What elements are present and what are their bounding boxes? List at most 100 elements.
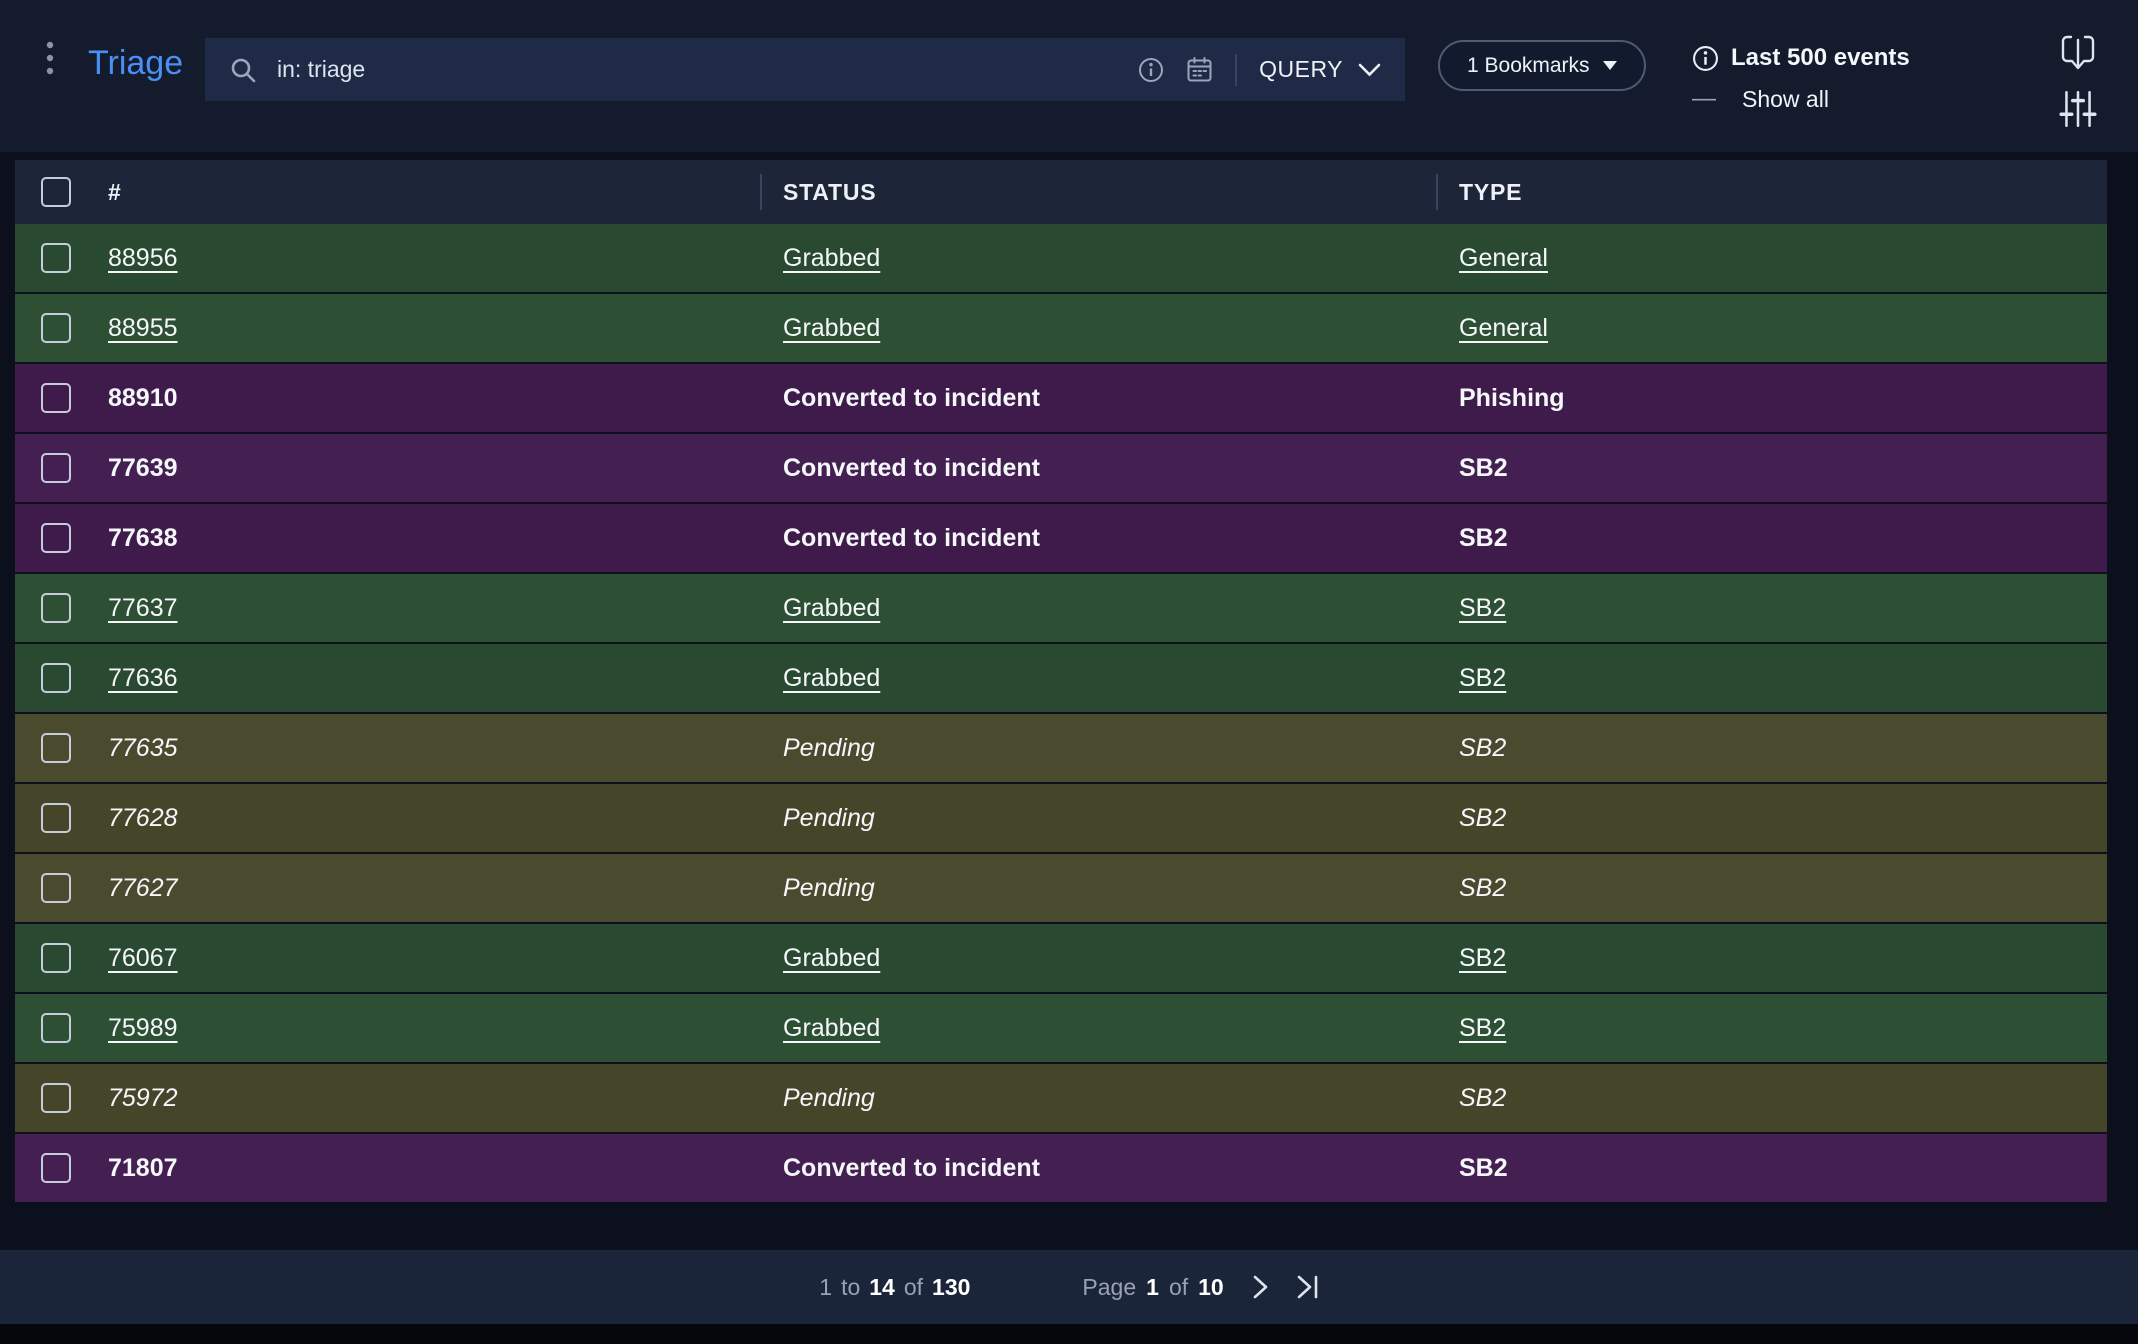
separator xyxy=(1235,53,1238,86)
row-checkbox[interactable] xyxy=(41,523,71,553)
row-checkbox[interactable] xyxy=(41,943,71,973)
event-status[interactable]: Grabbed xyxy=(783,244,880,272)
table-row: 77638 Converted to incident SB2 xyxy=(15,504,2107,574)
row-checkbox[interactable] xyxy=(41,1013,71,1043)
search-controls: QUERY xyxy=(1138,53,1381,86)
info-icon[interactable] xyxy=(1692,45,1719,72)
event-id-link[interactable]: 88956 xyxy=(108,244,178,272)
search-icon xyxy=(229,56,257,84)
event-type[interactable]: SB2 xyxy=(1459,594,1506,622)
event-id-link: 77628 xyxy=(108,803,178,832)
column-header-type[interactable]: TYPE xyxy=(1444,160,2107,224)
event-id-link: 75972 xyxy=(108,1083,178,1112)
event-type[interactable]: SB2 xyxy=(1459,1014,1506,1042)
row-checkbox[interactable] xyxy=(41,383,71,413)
table-row: 88955 Grabbed General xyxy=(15,294,2107,364)
event-type[interactable]: SB2 xyxy=(1459,944,1506,972)
row-checkbox[interactable] xyxy=(41,453,71,483)
table-row: 77628 Pending SB2 xyxy=(15,784,2107,854)
event-type: SB2 xyxy=(1459,733,1507,762)
row-checkbox[interactable] xyxy=(41,313,71,343)
chevron-right-icon xyxy=(1253,1275,1268,1299)
event-status: Converted to incident xyxy=(783,523,1040,552)
bookmarks-label: 1 Bookmarks xyxy=(1467,53,1590,77)
row-checkbox[interactable] xyxy=(41,733,71,763)
page-of-word: of xyxy=(1168,1273,1189,1300)
query-dropdown[interactable]: QUERY xyxy=(1259,56,1381,83)
event-type: SB2 xyxy=(1459,803,1507,832)
event-status[interactable]: Grabbed xyxy=(783,594,880,622)
show-all-link[interactable]: Show all xyxy=(1742,86,1829,113)
query-label: QUERY xyxy=(1259,56,1343,82)
event-type: SB2 xyxy=(1459,453,1508,482)
events-table: # STATUS TYPE 88956 Grabbed General 8895… xyxy=(15,160,2107,1204)
event-type[interactable]: General xyxy=(1459,244,1548,272)
event-status[interactable]: Grabbed xyxy=(783,1014,880,1042)
table-row: 75989 Grabbed SB2 xyxy=(15,994,2107,1064)
event-status[interactable]: Grabbed xyxy=(783,664,880,692)
filter-sliders-icon[interactable] xyxy=(2059,88,2097,130)
row-checkbox[interactable] xyxy=(41,1153,71,1183)
row-checkbox[interactable] xyxy=(41,803,71,833)
table-row: 77636 Grabbed SB2 xyxy=(15,644,2107,714)
event-type[interactable]: General xyxy=(1459,314,1548,342)
event-status[interactable]: Grabbed xyxy=(783,314,880,342)
event-status: Pending xyxy=(783,1083,875,1112)
event-id-link: 77635 xyxy=(108,733,178,762)
event-type: SB2 xyxy=(1459,523,1508,552)
event-type: SB2 xyxy=(1459,1083,1507,1112)
table-bottom-spacer xyxy=(0,1204,2138,1250)
event-type: SB2 xyxy=(1459,873,1507,902)
event-id-link[interactable]: 77636 xyxy=(108,664,178,692)
next-page-button[interactable] xyxy=(1252,1274,1269,1300)
event-id-link: 77638 xyxy=(108,523,178,552)
select-all-checkbox[interactable] xyxy=(41,177,71,207)
info-icon[interactable] xyxy=(1138,57,1164,83)
event-id-link: 77639 xyxy=(108,453,178,482)
table-row: 88910 Converted to incident Phishing xyxy=(15,364,2107,434)
event-id-link[interactable]: 76067 xyxy=(108,944,178,972)
event-type: SB2 xyxy=(1459,1153,1508,1182)
event-id-link[interactable]: 77637 xyxy=(108,594,178,622)
event-id-link: 77627 xyxy=(108,873,178,902)
table-row: 77637 Grabbed SB2 xyxy=(15,574,2107,644)
page-title: Triage xyxy=(88,44,184,82)
page-indicator: Page 1 of 10 xyxy=(1082,1274,1223,1301)
event-id-link[interactable]: 75989 xyxy=(108,1014,178,1042)
row-checkbox[interactable] xyxy=(41,663,71,693)
event-status: Pending xyxy=(783,733,875,762)
event-type[interactable]: SB2 xyxy=(1459,664,1506,692)
last-page-button[interactable] xyxy=(1297,1274,1319,1300)
pagination-bar: 1 to 14 of 130 Page 1 of 10 xyxy=(0,1250,2138,1324)
row-checkbox[interactable] xyxy=(41,873,71,903)
table-row: 76067 Grabbed SB2 xyxy=(15,924,2107,994)
current-page: 1 xyxy=(1146,1273,1159,1300)
bottom-strip xyxy=(0,1324,2138,1344)
topbar: Triage in: triage QUERY 1 Bookmarks Last… xyxy=(0,0,2138,152)
event-status[interactable]: Grabbed xyxy=(783,944,880,972)
bookmarks-button[interactable]: 1 Bookmarks xyxy=(1438,40,1646,91)
chevron-down-icon xyxy=(1358,63,1381,76)
column-header-status[interactable]: STATUS xyxy=(768,160,1444,224)
table-header: # STATUS TYPE xyxy=(15,160,2107,224)
range-from: 1 xyxy=(819,1273,833,1300)
table-row: 77635 Pending SB2 xyxy=(15,714,2107,784)
column-header-id[interactable]: # xyxy=(93,160,768,224)
calendar-icon[interactable] xyxy=(1186,56,1213,83)
row-checkbox[interactable] xyxy=(41,1083,71,1113)
row-checkbox[interactable] xyxy=(41,243,71,273)
kebab-menu-icon[interactable] xyxy=(46,40,54,76)
event-status: Converted to incident xyxy=(783,1153,1040,1182)
range-to-word: to xyxy=(841,1273,861,1300)
event-status: Pending xyxy=(783,873,875,902)
search-input[interactable] xyxy=(275,55,1139,84)
export-icon[interactable] xyxy=(2058,32,2098,74)
table-row: 75972 Pending SB2 xyxy=(15,1064,2107,1134)
events-count-label: Last 500 events xyxy=(1731,44,1910,71)
row-checkbox[interactable] xyxy=(41,593,71,623)
event-status: Pending xyxy=(783,803,875,832)
table-row: 71807 Converted to incident SB2 xyxy=(15,1134,2107,1204)
event-id-link[interactable]: 88955 xyxy=(108,314,178,342)
dash-icon: — xyxy=(1692,85,1716,112)
event-id-link: 88910 xyxy=(108,383,178,412)
